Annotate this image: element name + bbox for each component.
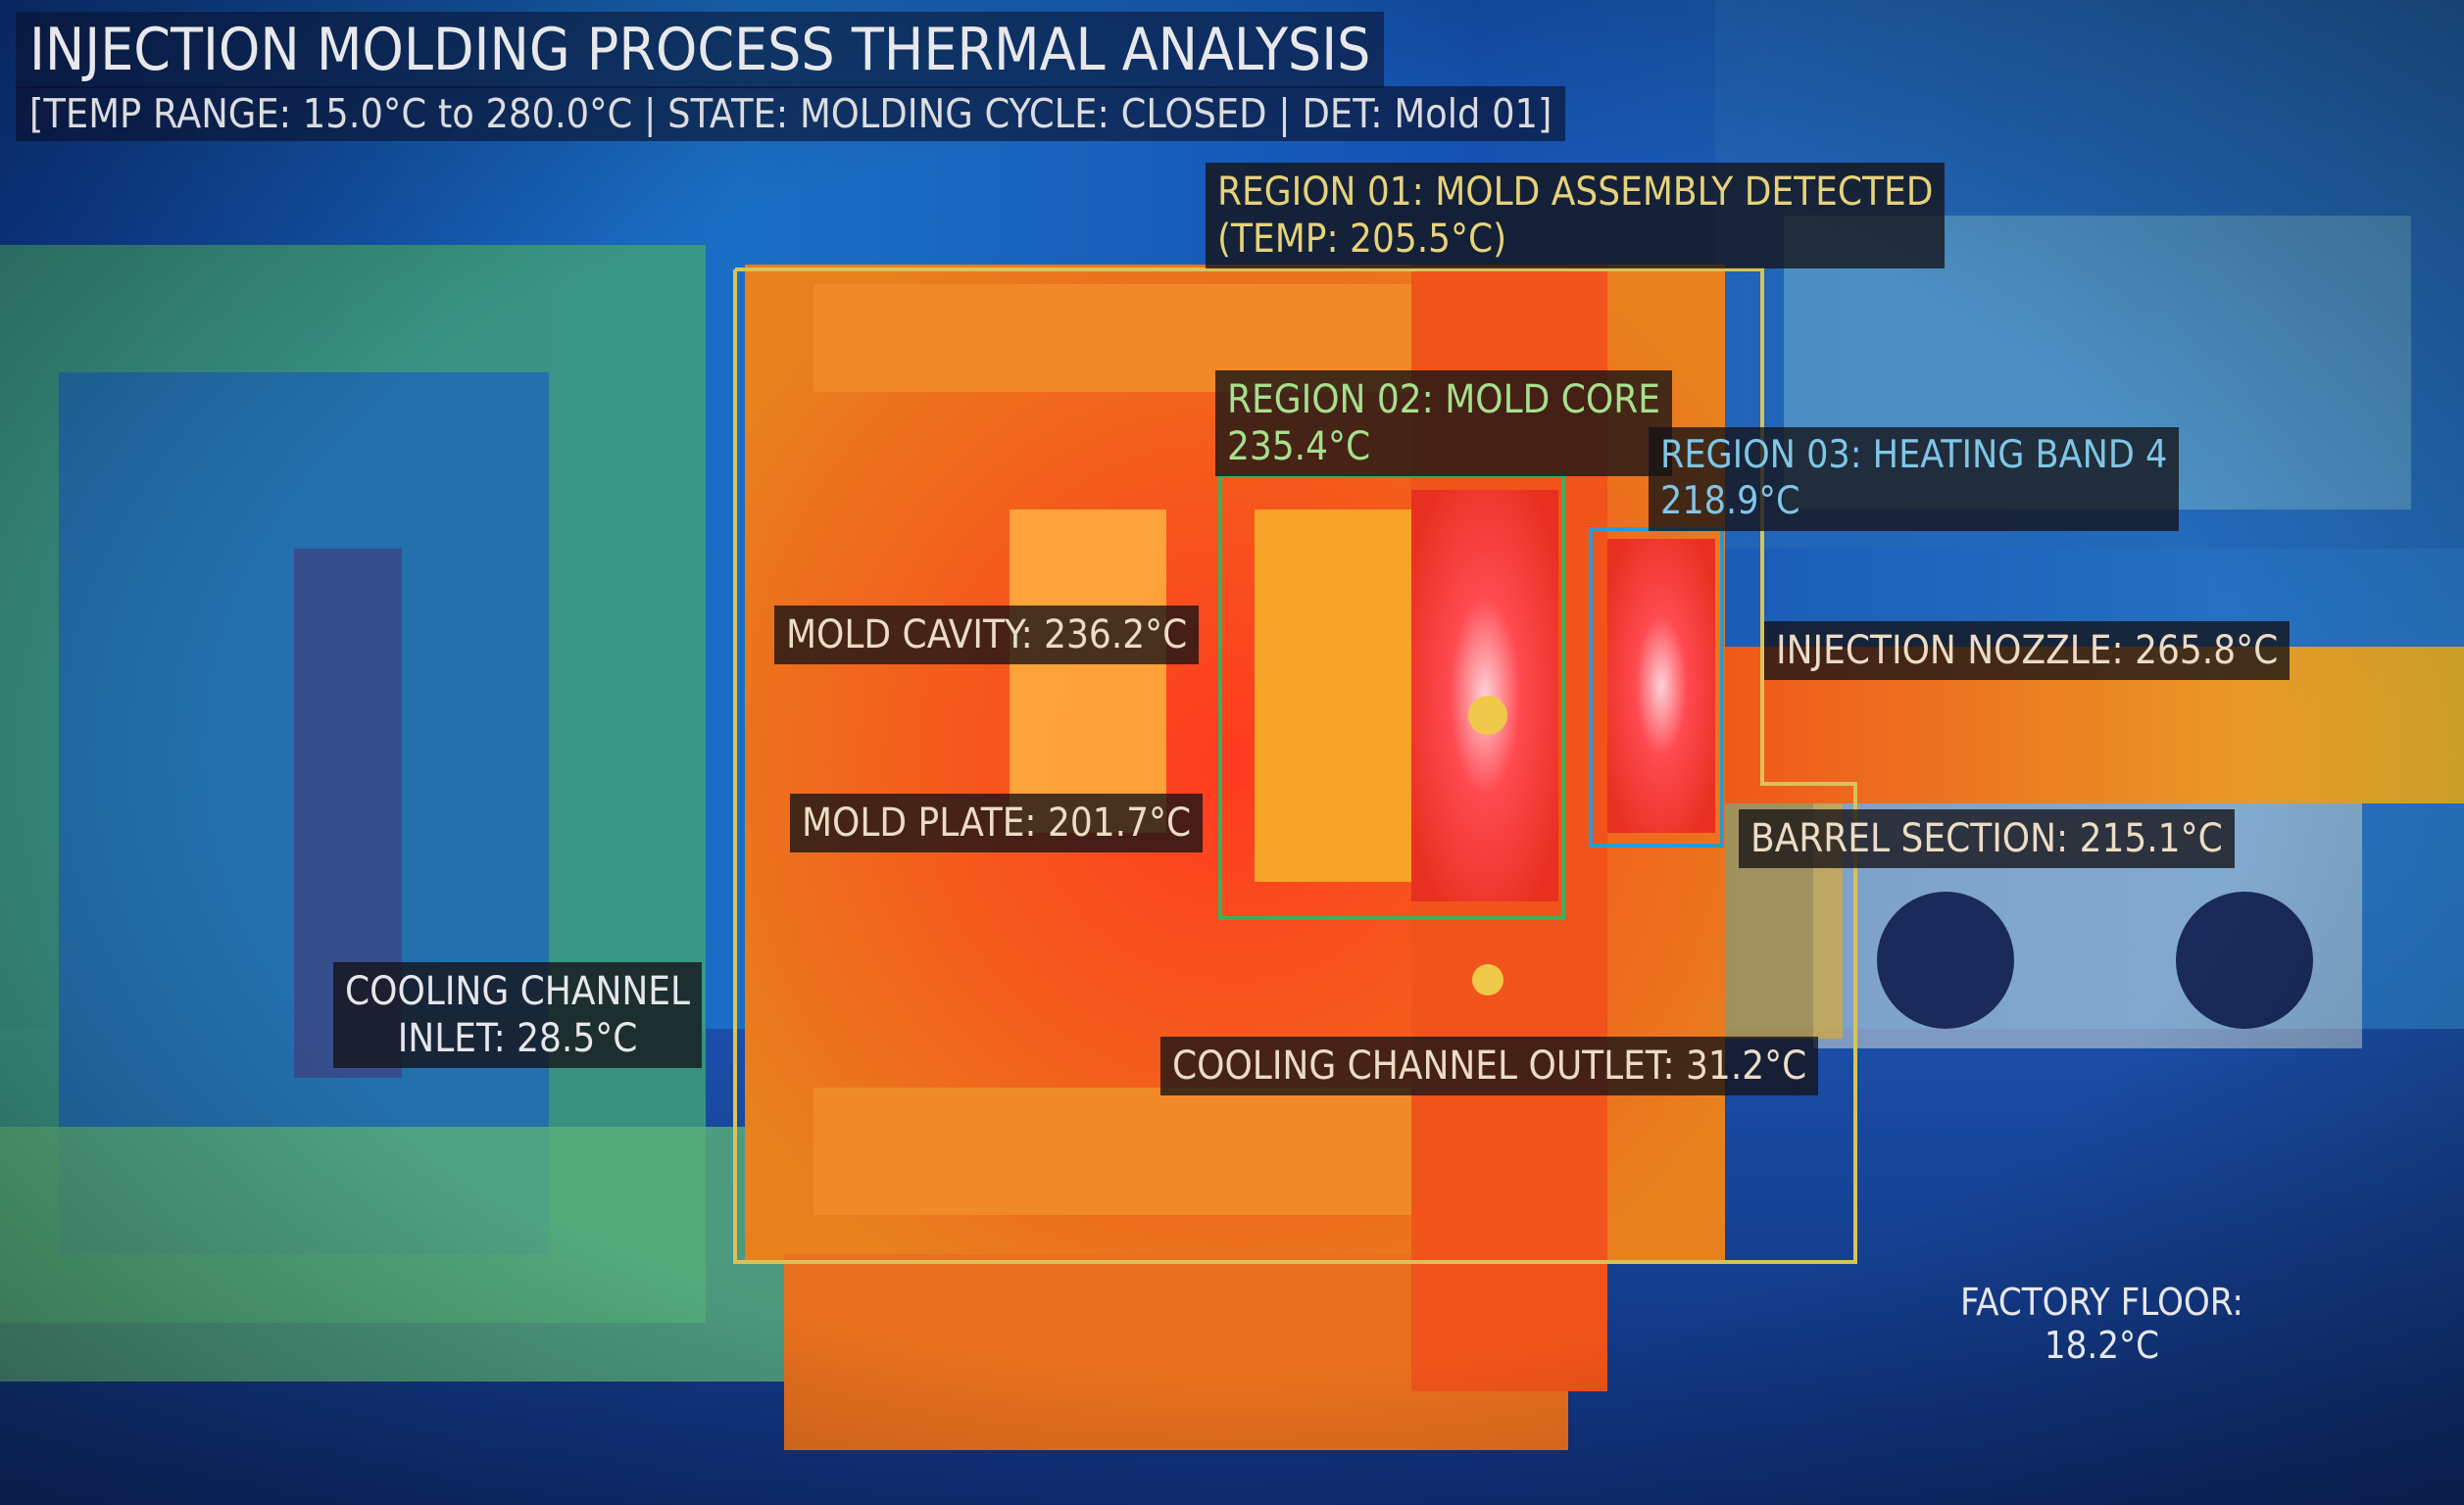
page-title: INJECTION MOLDING PROCESS THERMAL ANALYS…: [16, 12, 1385, 88]
barrel-section-reading: BARREL SECTION: 215.1°C: [1739, 809, 2235, 868]
region-01-temp: (TEMP: 205.5°C): [1217, 217, 1507, 262]
region-03-temp: 218.9°C: [1660, 478, 1800, 523]
factory-floor-reading: FACTORY FLOOR: 18.2°C: [1960, 1281, 2243, 1367]
factory-floor-line1: FACTORY FLOOR:: [1960, 1281, 2243, 1324]
cooling-outlet-reading: COOLING CHANNEL OUTLET: 31.2°C: [1160, 1037, 1819, 1095]
cooling-inlet-line2: INLET: 28.5°C: [397, 1016, 638, 1061]
page-subtitle: [TEMP RANGE: 15.0°C to 280.0°C | STATE: …: [16, 86, 1566, 141]
mold-cavity-reading: MOLD CAVITY: 236.2°C: [774, 606, 1200, 664]
region-01-title: REGION 01: MOLD ASSEMBLY DETECTED: [1217, 170, 1934, 215]
cooling-inlet-line1: COOLING CHANNEL: [345, 969, 691, 1014]
region-03-title: REGION 03: HEATING BAND 4: [1660, 433, 2168, 477]
region-01-label: REGION 01: MOLD ASSEMBLY DETECTED (TEMP:…: [1206, 163, 1946, 268]
region-02-temp: 235.4°C: [1227, 424, 1371, 469]
mold-plate-reading: MOLD PLATE: 201.7°C: [790, 794, 1204, 852]
region-02-title: REGION 02: MOLD CORE: [1227, 377, 1660, 422]
injection-nozzle-reading: INJECTION NOZZLE: 265.8°C: [1764, 621, 2291, 680]
cooling-inlet-reading: COOLING CHANNEL INLET: 28.5°C: [333, 962, 703, 1068]
region-02-label: REGION 02: MOLD CORE 235.4°C: [1215, 370, 1672, 476]
factory-floor-line2: 18.2°C: [2044, 1323, 2159, 1367]
region-03-label: REGION 03: HEATING BAND 4 218.9°C: [1649, 427, 2180, 531]
